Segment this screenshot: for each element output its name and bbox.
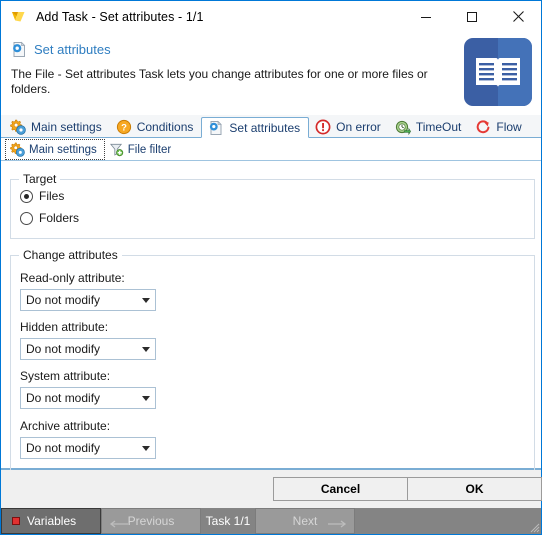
page-content: Target Files Folders Change attributes R… [1,161,541,473]
hidden-attribute-label: Hidden attribute: [20,320,109,334]
hidden-attribute-select[interactable]: Do not modify [20,338,156,360]
radio-folders-label: Folders [39,211,80,225]
minimize-button[interactable] [403,1,449,32]
window-title: Add Task - Set attributes - 1/1 [36,10,204,24]
variables-indicator-icon [12,517,20,525]
sub-tab-strip: Main settings File filter [1,138,541,161]
tab-label: TimeOut [415,119,462,134]
archive-attribute-value: Do not modify [26,441,101,455]
status-bar-filler [355,508,541,534]
window-controls [403,1,541,33]
header-band: Set attributes The File - Set attributes… [1,33,541,115]
header-title-row: Set attributes [1,39,541,59]
tab-main-settings[interactable]: Main settings [4,116,110,137]
chevron-down-icon[interactable] [137,445,155,451]
archive-attribute-label: Archive attribute: [20,419,111,433]
main-tab-strip: Main settings ? Conditions Set attribute… [1,115,541,138]
svg-text:?: ? [121,122,127,133]
archive-attribute-select[interactable]: Do not modify [20,437,156,459]
radio-folders[interactable]: Folders [20,211,79,225]
tab-conditions[interactable]: ? Conditions [110,116,202,137]
arrow-left-icon [108,517,130,528]
resize-grip-icon[interactable] [528,521,540,533]
status-bar: Variables Previous Task 1/1 Next [1,508,541,534]
change-attributes-group: Change attributes Read-only attribute: D… [10,248,535,473]
next-button[interactable]: Next [255,508,355,534]
system-attribute-value: Do not modify [26,391,101,405]
system-attribute-label: System attribute: [20,369,111,383]
previous-button[interactable]: Previous [101,508,201,534]
filter-add-icon [109,142,124,157]
badge-book-glyph [475,55,521,92]
question-icon: ? [116,119,132,135]
gears-icon [10,142,25,157]
dialog-button-bar: Cancel OK [1,470,542,508]
tab-on-error[interactable]: On error [309,116,389,137]
cancel-button[interactable]: Cancel [273,477,408,501]
set-attributes-icon [11,41,28,58]
ok-button[interactable]: OK [407,477,542,501]
header-title: Set attributes [34,41,111,57]
flow-icon [475,119,491,135]
previous-label: Previous [127,514,175,528]
set-attributes-icon [208,120,224,136]
subtab-label: File filter [127,143,172,156]
subtab-label: Main settings [29,143,97,156]
chevron-down-icon[interactable] [137,297,155,303]
radio-files[interactable]: Files [20,189,64,203]
tab-timeout[interactable]: TimeOut [389,116,470,137]
error-icon [315,119,331,135]
system-attribute-select[interactable]: Do not modify [20,387,156,409]
change-attributes-group-legend: Change attributes [19,248,122,262]
gears-icon [10,119,26,135]
tab-set-attributes[interactable]: Set attributes [201,117,310,138]
tab-flow[interactable]: Flow [469,116,529,137]
app-logo-icon [9,7,29,27]
title-bar: Add Task - Set attributes - 1/1 [1,1,541,33]
subtab-main-settings[interactable]: Main settings [5,139,105,160]
task-counter: Task 1/1 [201,508,255,534]
target-group-legend: Target [19,172,61,186]
next-label: Next [292,514,318,528]
tab-label: Main settings [31,119,102,134]
chevron-down-icon[interactable] [137,346,155,352]
chevron-down-icon[interactable] [137,395,155,401]
hidden-attribute-value: Do not modify [26,342,101,356]
timeout-icon [395,119,411,135]
arrow-right-icon [326,517,348,528]
header-description: The File - Set attributes Task lets you … [11,67,428,96]
tab-label: Flow [496,119,522,134]
dialog-window: Add Task - Set attributes - 1/1 Set attr… [0,0,542,535]
book-icon [464,38,532,106]
radio-files-label: Files [39,189,65,203]
radio-files-indicator[interactable] [20,189,33,203]
tab-label: Set attributes [229,120,301,135]
subtab-file-filter[interactable]: File filter [105,139,178,160]
tab-label: On error [336,119,381,134]
radio-folders-indicator[interactable] [20,211,33,225]
readonly-attribute-select[interactable]: Do not modify [20,289,156,311]
variables-label: Variables [27,514,77,528]
close-button[interactable] [495,1,541,32]
readonly-attribute-value: Do not modify [26,293,101,307]
readonly-attribute-label: Read-only attribute: [20,271,125,285]
target-group: Target Files Folders [10,172,535,239]
variables-button[interactable]: Variables [1,508,101,534]
tab-label: Conditions [136,119,194,134]
maximize-button[interactable] [449,1,495,32]
